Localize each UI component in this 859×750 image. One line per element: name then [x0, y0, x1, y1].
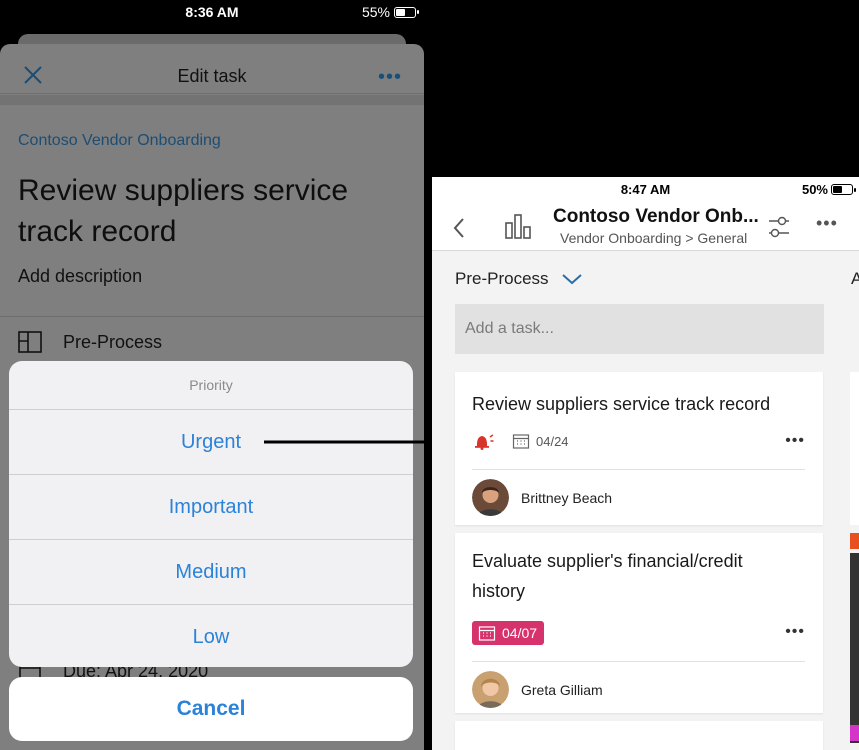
assignee: Greta Gilliam [472, 671, 603, 708]
filter-sliders-icon[interactable] [767, 214, 791, 240]
assignee: Brittney Beach [472, 479, 612, 516]
charts-icon[interactable] [504, 213, 532, 239]
battery-status: 50% [801, 182, 856, 197]
battery-percent: 55% [361, 4, 390, 20]
priority-option-medium[interactable]: Medium [9, 540, 413, 605]
status-time: 8:47 AM [620, 182, 671, 197]
next-bucket-name[interactable]: A [851, 269, 859, 289]
status-time: 8:36 AM [185, 4, 239, 20]
task-card[interactable]: Evaluate supplier's financial/credit his… [455, 533, 823, 713]
avatar [472, 479, 509, 516]
task-card-title: Review suppliers service track record [472, 394, 771, 414]
screenshot-composite: 8:36 AM 55% Edit task ••• Contoso Vendor… [0, 0, 859, 750]
status-bar: 8:47 AM 50% [432, 182, 859, 200]
card-more-icon[interactable]: ••• [785, 623, 805, 641]
bucket-header[interactable]: Pre-Process [455, 269, 583, 289]
header-separator [0, 95, 424, 105]
assignee-name: Brittney Beach [521, 489, 613, 506]
tablet-screen: 8:47 AM 50% Contoso Vendor Onb... Vendor… [432, 177, 859, 750]
bucket-row[interactable]: Pre-Process [18, 331, 162, 353]
breadcrumb: Vendor Onboarding > General [560, 230, 747, 246]
battery-status: 55% [361, 4, 419, 20]
overdue-badge: 04/07 [472, 621, 545, 645]
description-field[interactable]: Add description [18, 266, 142, 287]
board-icon [18, 331, 42, 353]
app-header: 8:47 AM 50% Contoso Vendor Onb... Vendor… [432, 177, 859, 251]
avatar [472, 671, 509, 708]
chevron-down-icon [561, 274, 582, 285]
more-options-icon[interactable]: ••• [378, 66, 402, 89]
bucket-label: Pre-Process [63, 331, 163, 352]
task-card[interactable] [455, 721, 823, 750]
page-title: Edit task [177, 66, 247, 86]
add-task-input[interactable]: Add a task... [455, 304, 824, 354]
status-bar: 8:36 AM 55% [0, 0, 424, 26]
cancel-button[interactable]: Cancel [9, 677, 413, 741]
plan-title: Contoso Vendor Onb... [553, 206, 759, 227]
sheet-header: Edit task ••• [0, 44, 424, 94]
battery-icon [831, 184, 856, 195]
more-options-icon[interactable]: ••• [816, 213, 838, 234]
divider [0, 316, 424, 317]
next-column-label [850, 725, 859, 741]
card-divider [472, 469, 805, 470]
calendar-icon [512, 434, 530, 449]
breadcrumb-separator-icon: > [685, 230, 698, 246]
phone-screen: 8:36 AM 55% Edit task ••• Contoso Vendor… [0, 0, 424, 750]
breadcrumb-group[interactable]: Vendor Onboarding [560, 230, 681, 246]
due-date: 04/24 [536, 433, 569, 449]
card-more-icon[interactable]: ••• [785, 432, 805, 450]
battery-percent: 50% [801, 182, 828, 197]
task-card[interactable]: Review suppliers service track record 04… [455, 372, 823, 525]
back-chevron-icon[interactable] [452, 217, 466, 239]
bucket-name: Pre-Process [455, 269, 549, 288]
next-column-label [850, 533, 859, 549]
priority-option-low[interactable]: Low [9, 605, 413, 667]
task-card-meta: 04/07 [472, 621, 545, 645]
assignee-name: Greta Gilliam [521, 681, 603, 698]
task-card-title: Evaluate supplier's financial/credit his… [472, 551, 743, 601]
next-column-card [850, 372, 859, 525]
next-column-card [850, 553, 859, 743]
priority-option-important[interactable]: Important [9, 475, 413, 540]
plan-name-link[interactable]: Contoso Vendor Onboarding [18, 132, 221, 150]
card-divider [472, 661, 805, 662]
breadcrumb-channel[interactable]: General [697, 230, 747, 246]
battery-icon [394, 6, 419, 18]
task-title[interactable]: Review suppliers service track record [18, 170, 398, 252]
task-card-meta: 04/24 [472, 432, 569, 450]
due-date: 04/07 [502, 625, 538, 641]
priority-action-sheet: Priority Urgent Important Medium Low [9, 361, 413, 667]
action-sheet-title: Priority [9, 361, 413, 410]
urgent-bell-icon [475, 434, 494, 450]
calendar-icon [478, 626, 496, 641]
